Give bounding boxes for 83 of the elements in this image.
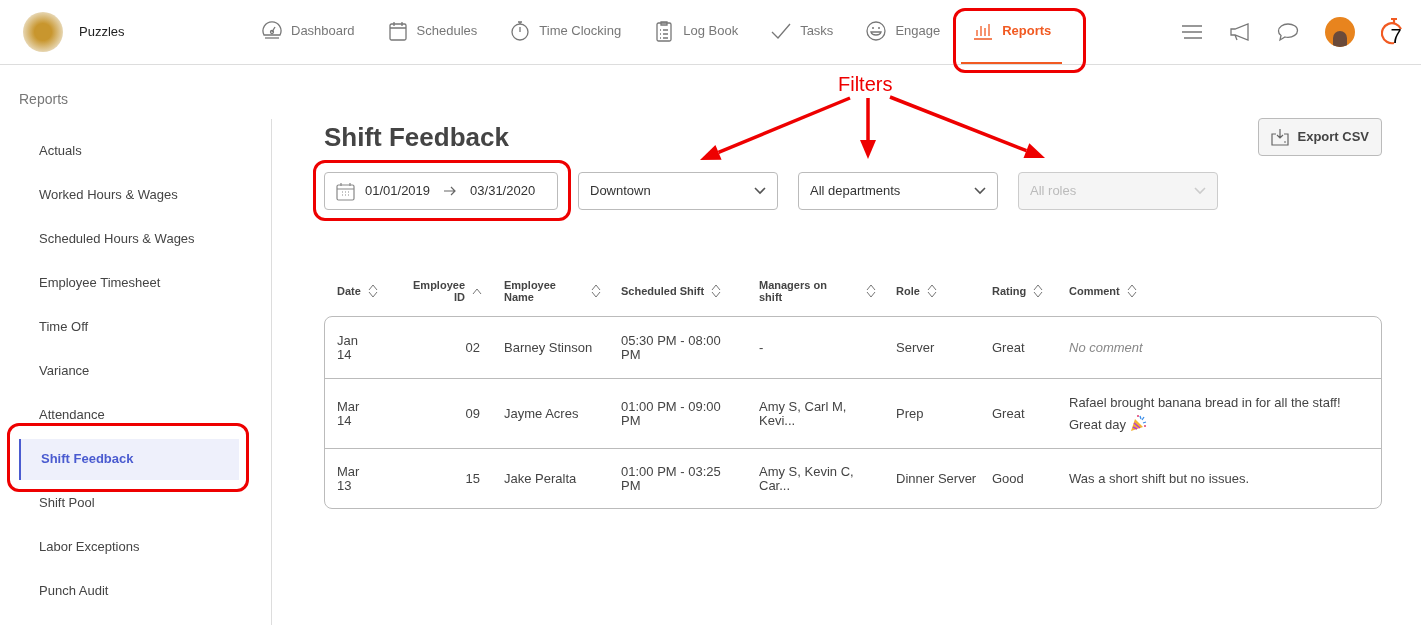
arrow-right-icon [444, 186, 457, 196]
organization-name: Puzzles [79, 23, 125, 42]
calendar-icon [386, 20, 409, 42]
table-cell-text: - [759, 340, 765, 355]
table-cell-text: Mar 13 [337, 464, 361, 493]
comment-text: Rafael brought banana bread in for all the staff! Great day [1069, 393, 1342, 434]
logo-number: 7 [1390, 26, 1402, 46]
table-cell-text: Amy S, Kevin C, Car... [759, 464, 855, 493]
table-cell-text: 09 [464, 406, 481, 421]
table-cell-text: Great [992, 340, 1026, 355]
sidebar-item[interactable]: Actuals [0, 129, 271, 173]
sidebar-item[interactable]: Worked Hours & Wages [0, 173, 271, 217]
sidebar-item[interactable]: Scheduled Hours & Wages [0, 217, 271, 261]
table-cell-text: Dinner Server [896, 471, 978, 486]
table-cell-text: Good [992, 471, 1025, 486]
menu-icon[interactable] [1181, 25, 1203, 39]
sidebar-item[interactable]: Employee Timesheet [0, 261, 271, 305]
sidebar-item[interactable]: Labor Exceptions [0, 525, 271, 569]
annotation-label: Filters [838, 72, 893, 97]
sort-icon[interactable] [591, 284, 601, 298]
nav-tab[interactable]: Tasks [759, 0, 845, 64]
chat-icon[interactable] [1277, 22, 1299, 42]
column-header[interactable]: Rating [992, 285, 1027, 297]
nav-tab[interactable]: Schedules [375, 0, 489, 64]
stopwatch-icon [509, 20, 532, 42]
sidebar-item[interactable]: Variance [0, 349, 271, 393]
table-cell-text: Barney Stinson [504, 340, 594, 355]
column-header[interactable]: Employee ID [409, 279, 465, 303]
sort-icon[interactable] [367, 284, 378, 298]
column-header[interactable]: Role [896, 285, 920, 297]
table-cell-text: Prep [896, 406, 925, 421]
calendar-icon [336, 181, 355, 201]
smiley-icon [865, 20, 888, 42]
gauge-icon [261, 20, 283, 42]
sort-icon[interactable] [1126, 284, 1137, 298]
sidebar-item[interactable]: Attendance [0, 393, 271, 437]
sidebar-title: Reports [18, 90, 70, 109]
table-cell-text: Jake Peralta [504, 471, 578, 486]
table-cell-text: Server [896, 340, 936, 355]
party-popper-icon [1129, 413, 1148, 432]
table-cell-text: Mar 14 [337, 399, 361, 428]
table-cell-text: Jayme Acres [504, 406, 580, 421]
sort-icon[interactable] [711, 284, 722, 298]
nav-tab[interactable]: Dashboard [250, 0, 366, 64]
column-header[interactable]: Date [337, 285, 361, 297]
sort-icon[interactable] [1033, 284, 1044, 298]
column-header[interactable]: Managers on shift [759, 279, 829, 303]
table-cell-text: Great [992, 406, 1026, 421]
table-cell-text: 01:00 PM - 03:25 PM [621, 464, 722, 493]
column-header[interactable]: Employee Name [504, 279, 574, 303]
sort-ascending-icon[interactable] [472, 287, 482, 295]
nav-tab[interactable]: Time Clocking [498, 0, 633, 64]
sort-icon[interactable] [926, 284, 937, 298]
megaphone-icon[interactable] [1229, 23, 1251, 41]
comment-text: No comment [1069, 338, 1144, 357]
chevron-down-icon [754, 187, 766, 195]
nav-tab[interactable]: Engage [854, 0, 952, 64]
nav-tab[interactable]: Log Book [642, 0, 750, 64]
page-title: Shift Feedback [324, 120, 509, 154]
annotation-arrow [860, 98, 876, 159]
dropdown[interactable]: Downtown [578, 172, 778, 210]
chevron-down-icon [974, 187, 986, 195]
organization-logo [23, 12, 63, 52]
sidebar-item[interactable]: Time Off [0, 305, 271, 349]
table-cell-text: 05:30 PM - 08:00 PM [621, 333, 722, 362]
date-range-field[interactable]: 01/01/2019 03/31/2020 [324, 172, 558, 210]
user-avatar[interactable] [1325, 17, 1355, 47]
dropdown[interactable]: All departments [798, 172, 998, 210]
sidebar-item[interactable]: Shift Feedback [19, 438, 239, 480]
sort-icon[interactable] [866, 284, 876, 298]
column-header[interactable]: Scheduled Shift [621, 285, 705, 297]
comment-text: Was a short shift but no issues. [1069, 469, 1251, 488]
sidebar-item[interactable]: Shift Pool [0, 481, 271, 525]
download-icon [1271, 128, 1290, 146]
table-cell-text: 15 [464, 471, 481, 486]
table-cell-text: 02 [464, 340, 481, 355]
export-csv-button[interactable]: Export CSV [1258, 118, 1382, 156]
column-header[interactable]: Comment [1069, 285, 1120, 297]
chevron-down-icon [1194, 187, 1206, 195]
table-cell-text: Amy S, Carl M, Kevi... [759, 399, 848, 428]
sidebar-item[interactable]: Punch Audit [0, 569, 271, 613]
table-cell-text: Jan 14 [337, 333, 359, 362]
table-cell-text: 01:00 PM - 09:00 PM [621, 399, 722, 428]
